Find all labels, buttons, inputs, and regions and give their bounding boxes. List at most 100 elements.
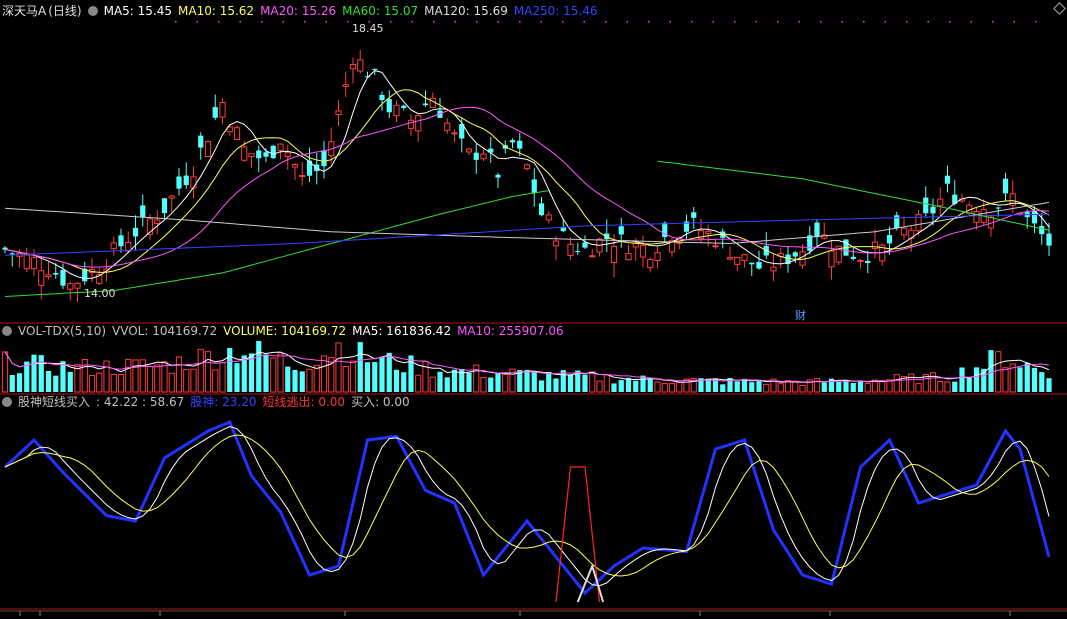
header-dot xyxy=(949,21,951,23)
candle-body xyxy=(168,195,175,199)
candle-body xyxy=(401,105,407,108)
vol-ma5-label: MA5: 161836.42 xyxy=(352,324,452,338)
volume-bar xyxy=(45,370,52,392)
candle-body xyxy=(183,175,189,186)
candle-body xyxy=(291,164,299,168)
volume-bar xyxy=(1024,362,1030,392)
candle-body xyxy=(140,205,146,218)
candle-body xyxy=(639,244,647,258)
candle-body xyxy=(944,175,951,184)
volume-bar xyxy=(401,372,407,392)
volume-bar xyxy=(792,381,799,393)
oscillator-header: 股神短线买入: 42.22 : 58.67 股神: 23.20 短线逃出: 0.00… xyxy=(2,393,416,411)
candle-body xyxy=(610,245,618,264)
volume-bar xyxy=(110,373,117,393)
volume-label: VOLUME: 104169.72 xyxy=(223,324,347,338)
volume-bar xyxy=(966,378,972,392)
volume-bar xyxy=(1031,367,1038,392)
volume-bar xyxy=(813,377,821,393)
volume-bar xyxy=(603,374,610,393)
candle-body xyxy=(517,140,523,149)
volume-bar xyxy=(364,362,371,392)
ma5-label: MA5: 15.45 xyxy=(103,4,173,18)
osc-yellow-line xyxy=(4,434,1050,577)
candle-body xyxy=(74,282,81,289)
volume-bar xyxy=(451,369,458,392)
candle-body xyxy=(422,103,429,106)
settings-circle-icon[interactable] xyxy=(87,6,98,16)
osc-white-line xyxy=(4,425,1050,587)
volume-bar xyxy=(175,356,183,393)
candle-body xyxy=(857,259,864,262)
candle-body xyxy=(741,254,748,261)
header-dot xyxy=(411,21,413,23)
candle-body xyxy=(509,140,516,143)
candle-body xyxy=(154,219,161,224)
volume-bar xyxy=(263,354,269,392)
ma60-label: MA60: 15.07 xyxy=(342,4,419,18)
gushen-line xyxy=(3,420,1051,596)
candle-body xyxy=(299,174,306,177)
volume-bar xyxy=(589,371,596,393)
header-dot xyxy=(626,21,628,23)
header-dot xyxy=(433,21,435,23)
candle-body xyxy=(575,251,581,253)
header-dot xyxy=(605,21,607,23)
volume-bar xyxy=(349,360,357,393)
volume-bar xyxy=(531,371,537,392)
volume-bar xyxy=(850,382,856,392)
volume-bar xyxy=(661,382,668,393)
candle-body xyxy=(538,203,545,216)
ma10-line xyxy=(4,89,1050,273)
volume-bar xyxy=(618,380,624,392)
header-dot xyxy=(970,21,972,23)
stock-chart[interactable] xyxy=(0,0,1067,619)
volume-bar xyxy=(524,369,530,392)
volume-bar xyxy=(668,383,676,393)
volume-bar xyxy=(444,377,450,392)
volume-bar xyxy=(952,381,958,392)
volume-bar xyxy=(777,383,784,393)
high-price-note: 18.45 xyxy=(352,22,384,35)
volume-bar xyxy=(386,352,392,392)
header-dot xyxy=(282,21,284,23)
header-dot xyxy=(390,21,392,23)
volume-bar xyxy=(437,371,443,392)
candle-body xyxy=(589,255,596,258)
candle-body xyxy=(372,68,378,70)
candle-body xyxy=(850,256,856,259)
candle-body xyxy=(1046,233,1052,246)
candle-body xyxy=(828,250,835,268)
volume-bar xyxy=(488,377,494,392)
candle-body xyxy=(749,262,755,265)
volume-bar xyxy=(973,367,980,392)
volume-bar xyxy=(763,383,770,393)
vvol-label: VVOL: 104169.72 xyxy=(112,324,218,338)
candle-body xyxy=(995,207,1001,209)
volume-bar xyxy=(582,374,588,392)
candle-body xyxy=(567,243,574,256)
volume-bar xyxy=(640,375,646,392)
candle-body xyxy=(705,230,712,235)
volume-settings-circle-icon[interactable] xyxy=(2,326,12,336)
oscillator-lines xyxy=(3,420,1051,603)
vol-ma10-label: MA10: 255907.06 xyxy=(457,324,564,338)
candle-body xyxy=(45,274,52,278)
candle-body xyxy=(792,252,798,257)
header-dot xyxy=(669,21,671,23)
volume-bar xyxy=(31,354,37,392)
stock-name: 深天马A xyxy=(2,4,47,18)
header-dot xyxy=(347,21,349,23)
candle-body xyxy=(379,94,385,101)
volume-bar xyxy=(60,361,66,392)
volume-bar xyxy=(937,381,944,393)
volume-bar xyxy=(313,364,320,393)
header-dot xyxy=(239,21,241,23)
volume-bar xyxy=(241,355,247,392)
exit-label: 短线逃出: 0.00 xyxy=(262,395,346,409)
volume-bar xyxy=(546,372,552,392)
ma5-line xyxy=(4,70,1050,280)
candle-body xyxy=(407,119,415,129)
volume-bar xyxy=(335,342,342,393)
osc-settings-circle-icon[interactable] xyxy=(2,397,12,407)
